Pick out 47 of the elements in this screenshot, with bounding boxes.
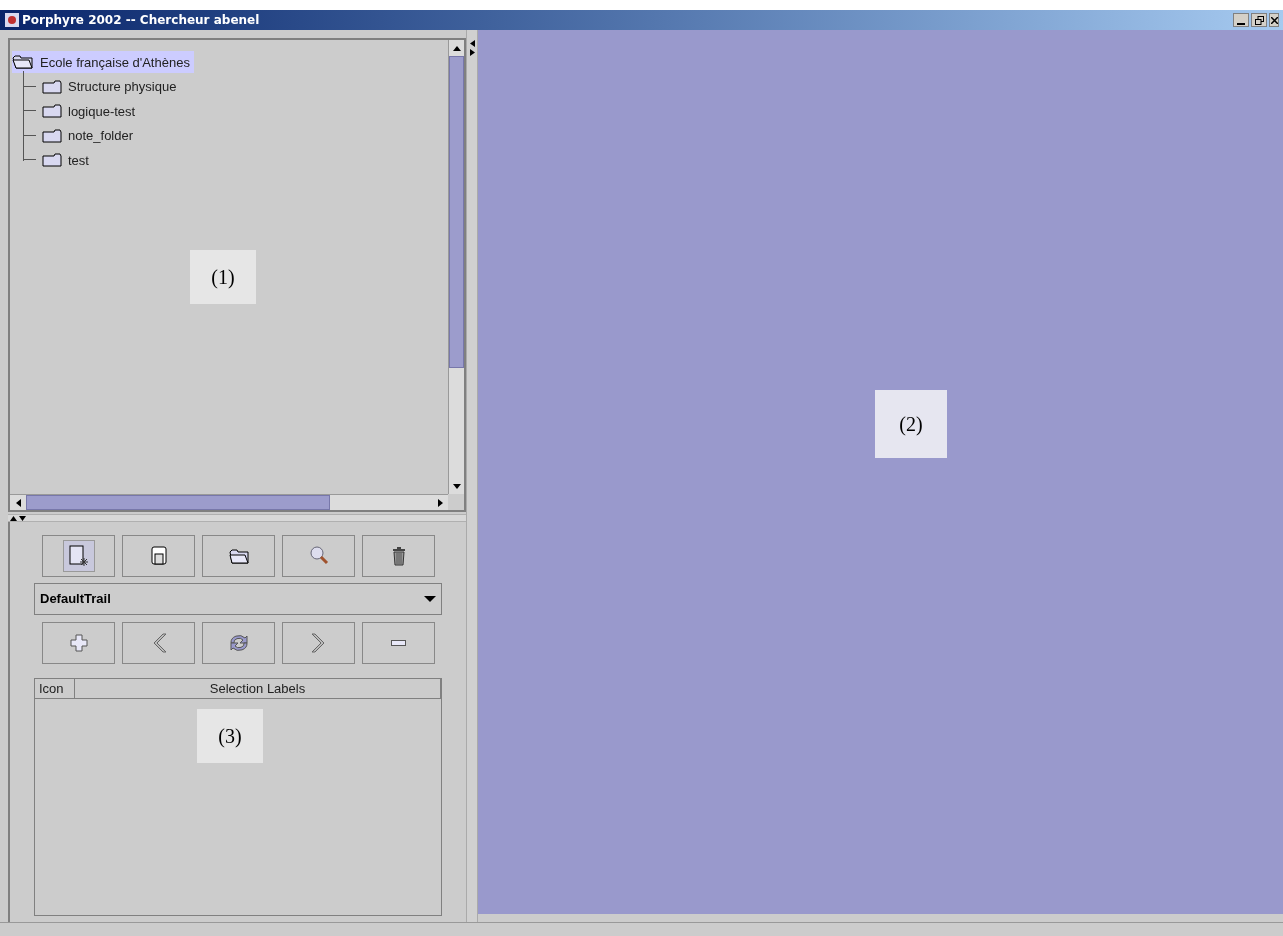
close-icon bbox=[1270, 16, 1278, 24]
folder-icon bbox=[42, 79, 62, 94]
tree-item[interactable]: Structure physique bbox=[24, 75, 181, 98]
annotation-label: (3) bbox=[218, 724, 242, 749]
folder-icon bbox=[42, 128, 62, 143]
toolbar-button[interactable] bbox=[202, 622, 275, 664]
scroll-thumb[interactable] bbox=[26, 495, 330, 510]
up-arrow-icon bbox=[452, 45, 461, 51]
toolbar-button[interactable] bbox=[122, 535, 195, 577]
restore-icon bbox=[1254, 15, 1264, 25]
minus-icon bbox=[391, 640, 406, 646]
split-arrows-icon bbox=[469, 40, 475, 56]
tree-connector-icon bbox=[24, 110, 36, 113]
window-title: Porphyre 2002 -- Chercheur abenel bbox=[22, 12, 260, 29]
tree-connector-icon bbox=[24, 85, 36, 88]
tree-item[interactable]: test bbox=[24, 149, 93, 172]
toolbar-button[interactable] bbox=[42, 535, 115, 577]
toolbar-button[interactable] bbox=[282, 535, 355, 577]
toolbar-button[interactable] bbox=[202, 535, 275, 577]
scroll-thumb[interactable] bbox=[449, 56, 464, 368]
folder-icon bbox=[42, 153, 62, 168]
tree-connector-icon bbox=[24, 159, 36, 162]
down-arrow-icon bbox=[452, 483, 461, 489]
dropdown-arrow-icon bbox=[424, 596, 436, 602]
close-button[interactable] bbox=[1269, 13, 1279, 27]
new-document-icon bbox=[66, 544, 91, 568]
toolbar-button[interactable] bbox=[362, 535, 435, 577]
horizontal-scrollbar[interactable] bbox=[10, 494, 448, 510]
tree-item[interactable]: note_folder bbox=[24, 124, 138, 147]
toolbar-button[interactable] bbox=[42, 622, 115, 664]
annotation-label: (2) bbox=[899, 412, 923, 437]
collapse-arrows-icon bbox=[10, 515, 26, 521]
tree-connector-icon bbox=[24, 134, 36, 137]
minimize-button[interactable] bbox=[1233, 13, 1249, 27]
annotation-label: (1) bbox=[211, 265, 235, 290]
column-header[interactable]: Icon bbox=[35, 679, 75, 698]
column-header[interactable]: Selection Labels bbox=[75, 679, 441, 698]
restore-button[interactable] bbox=[1251, 13, 1267, 27]
folder-icon bbox=[42, 104, 62, 119]
tree-item[interactable]: logique-test bbox=[24, 100, 140, 123]
tree-item[interactable]: Ecole française d'Athènes bbox=[12, 51, 194, 74]
app-icon bbox=[4, 12, 20, 28]
right-arrow-icon bbox=[437, 498, 443, 507]
left-arrow-icon bbox=[15, 498, 21, 507]
trail-dropdown[interactable]: DefaultTrail bbox=[34, 583, 442, 615]
vertical-scrollbar[interactable] bbox=[448, 40, 464, 494]
minimize-icon bbox=[1237, 23, 1245, 26]
